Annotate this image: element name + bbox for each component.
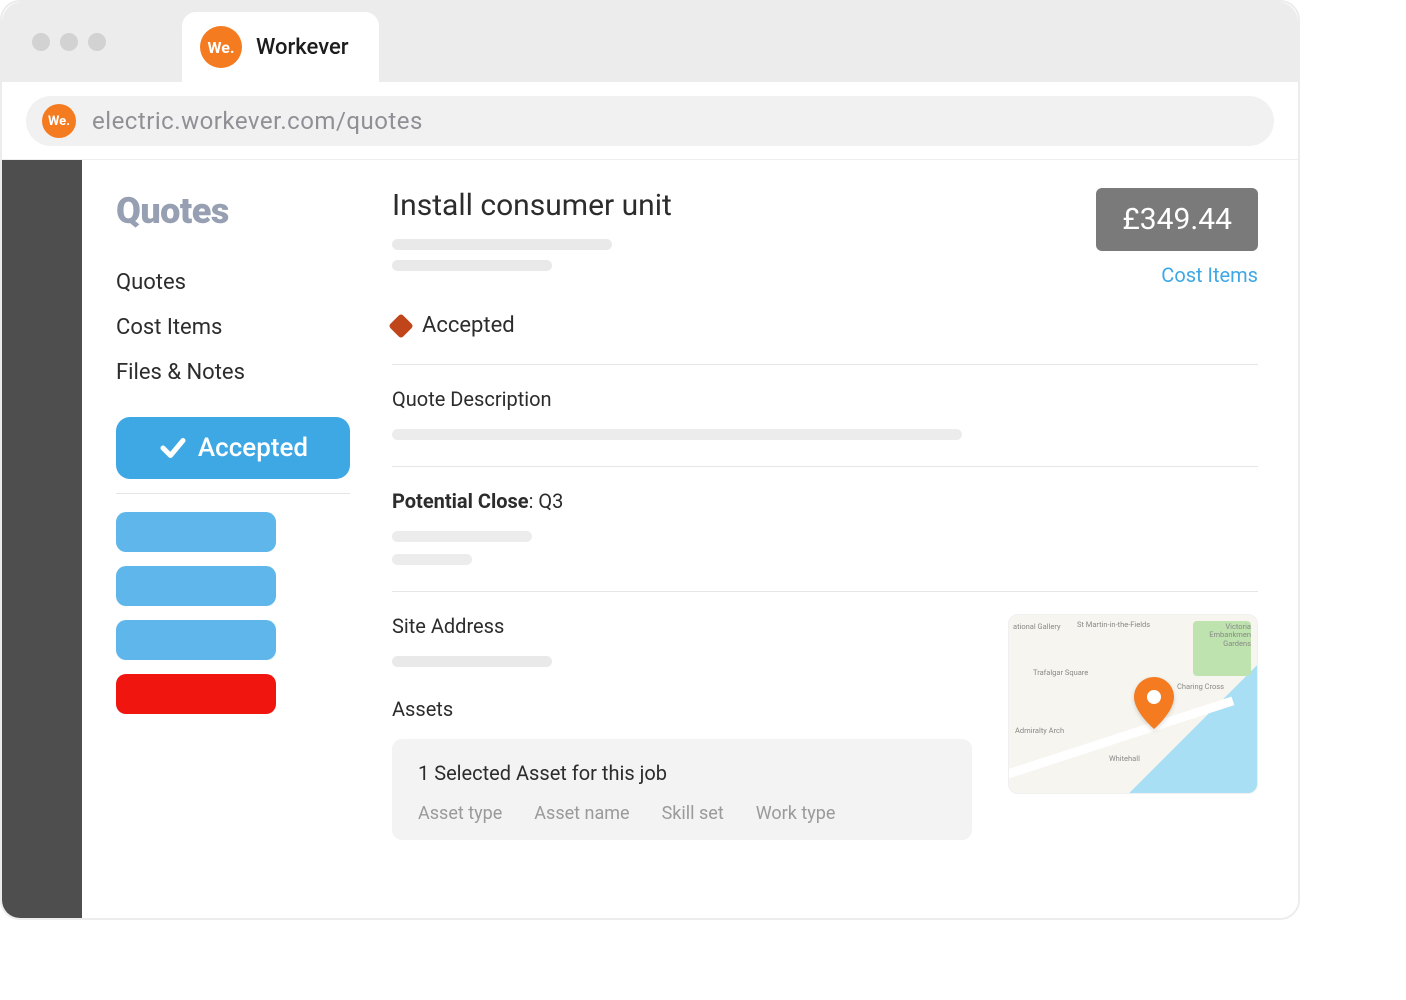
status-row: Accepted <box>392 313 1258 338</box>
action-pills <box>116 512 350 714</box>
sidebar-title: Quotes <box>116 190 350 232</box>
browser-header: We. Workever <box>2 2 1298 82</box>
map-label: ational Gallery <box>1013 623 1061 631</box>
map-label: Trafalgar Square <box>1033 669 1088 677</box>
sidebar: Quotes Quotes Cost Items Files & Notes A… <box>82 160 372 918</box>
quote-title: Install consumer unit <box>392 188 672 223</box>
assets-label: Assets <box>392 697 1008 721</box>
action-pill-1[interactable] <box>116 512 276 552</box>
accepted-pill-label: Accepted <box>198 433 308 463</box>
accepted-pill-button[interactable]: Accepted <box>116 417 350 479</box>
skeleton-line <box>392 260 552 271</box>
price-box: £349.44 Cost Items <box>1096 188 1258 287</box>
traffic-light-close[interactable] <box>32 33 50 51</box>
skeleton-line <box>392 554 472 565</box>
sidebar-item-quotes[interactable]: Quotes <box>116 260 350 305</box>
potential-close-label: Potential Close <box>392 489 529 513</box>
asset-col-skill: Skill set <box>662 803 724 824</box>
map-label: Victoria Embankmen Gardens <box>1201 623 1251 648</box>
section-divider <box>392 364 1258 365</box>
content-wrap: Quotes Quotes Cost Items Files & Notes A… <box>82 160 1298 918</box>
main-header: Install consumer unit £349.44 Cost Items <box>392 188 1258 287</box>
sidebar-item-files-notes[interactable]: Files & Notes <box>116 350 350 395</box>
quote-description-label: Quote Description <box>392 387 1258 411</box>
section-divider <box>392 591 1258 592</box>
cost-items-link[interactable]: Cost Items <box>1096 263 1258 287</box>
tab-favicon-icon: We. <box>200 26 242 68</box>
skeleton-line <box>392 531 532 542</box>
map-thumbnail[interactable]: ational Gallery St Martin-in-the-Fields … <box>1008 614 1258 794</box>
browser-window: We. Workever We. electric.workever.com/q… <box>0 0 1300 920</box>
potential-close-row: Potential Close: Q3 <box>392 489 1258 513</box>
map-pin-icon <box>1134 677 1174 733</box>
skeleton-line <box>392 656 552 667</box>
action-pill-2[interactable] <box>116 566 276 606</box>
map-label: Charing Cross <box>1177 683 1224 691</box>
sidebar-divider <box>116 493 350 494</box>
url-text: electric.workever.com/quotes <box>92 107 423 135</box>
action-pill-delete[interactable] <box>116 674 276 714</box>
site-row: Site Address Assets 1 Selected Asset for… <box>392 614 1258 840</box>
map-label: Whitehall <box>1109 755 1140 763</box>
url-favicon-icon: We. <box>42 104 76 138</box>
skeleton-line <box>392 239 612 250</box>
side-rail <box>2 160 82 918</box>
app-body: Quotes Quotes Cost Items Files & Notes A… <box>2 160 1298 918</box>
tab-title: Workever <box>256 35 349 60</box>
status-diamond-icon <box>388 313 413 338</box>
site-address-label: Site Address <box>392 614 1008 638</box>
asset-col-name: Asset name <box>534 803 629 824</box>
asset-col-work: Work type <box>756 803 836 824</box>
action-pill-3[interactable] <box>116 620 276 660</box>
asset-headers: Asset type Asset name Skill set Work typ… <box>418 803 946 824</box>
url-bar-row: We. electric.workever.com/quotes <box>2 82 1298 160</box>
main-panel: Install consumer unit £349.44 Cost Items… <box>372 160 1298 918</box>
quote-total: £349.44 <box>1096 188 1258 251</box>
url-bar[interactable]: We. electric.workever.com/quotes <box>26 96 1274 146</box>
title-skeleton <box>392 239 672 271</box>
traffic-light-maximize[interactable] <box>88 33 106 51</box>
assets-box: 1 Selected Asset for this job Asset type… <box>392 739 972 840</box>
traffic-lights <box>32 33 106 51</box>
potential-close-value: Q3 <box>538 489 563 513</box>
section-divider <box>392 466 1258 467</box>
assets-box-title: 1 Selected Asset for this job <box>418 761 946 785</box>
map-label: Admiralty Arch <box>1015 727 1064 735</box>
status-label: Accepted <box>422 313 515 338</box>
browser-tab[interactable]: We. Workever <box>182 12 379 82</box>
sidebar-item-cost-items[interactable]: Cost Items <box>116 305 350 350</box>
traffic-light-minimize[interactable] <box>60 33 78 51</box>
check-icon <box>158 433 188 463</box>
map-label: St Martin-in-the-Fields <box>1077 621 1150 629</box>
skeleton-line <box>392 429 962 440</box>
map-road <box>1008 697 1234 783</box>
asset-col-type: Asset type <box>418 803 502 824</box>
